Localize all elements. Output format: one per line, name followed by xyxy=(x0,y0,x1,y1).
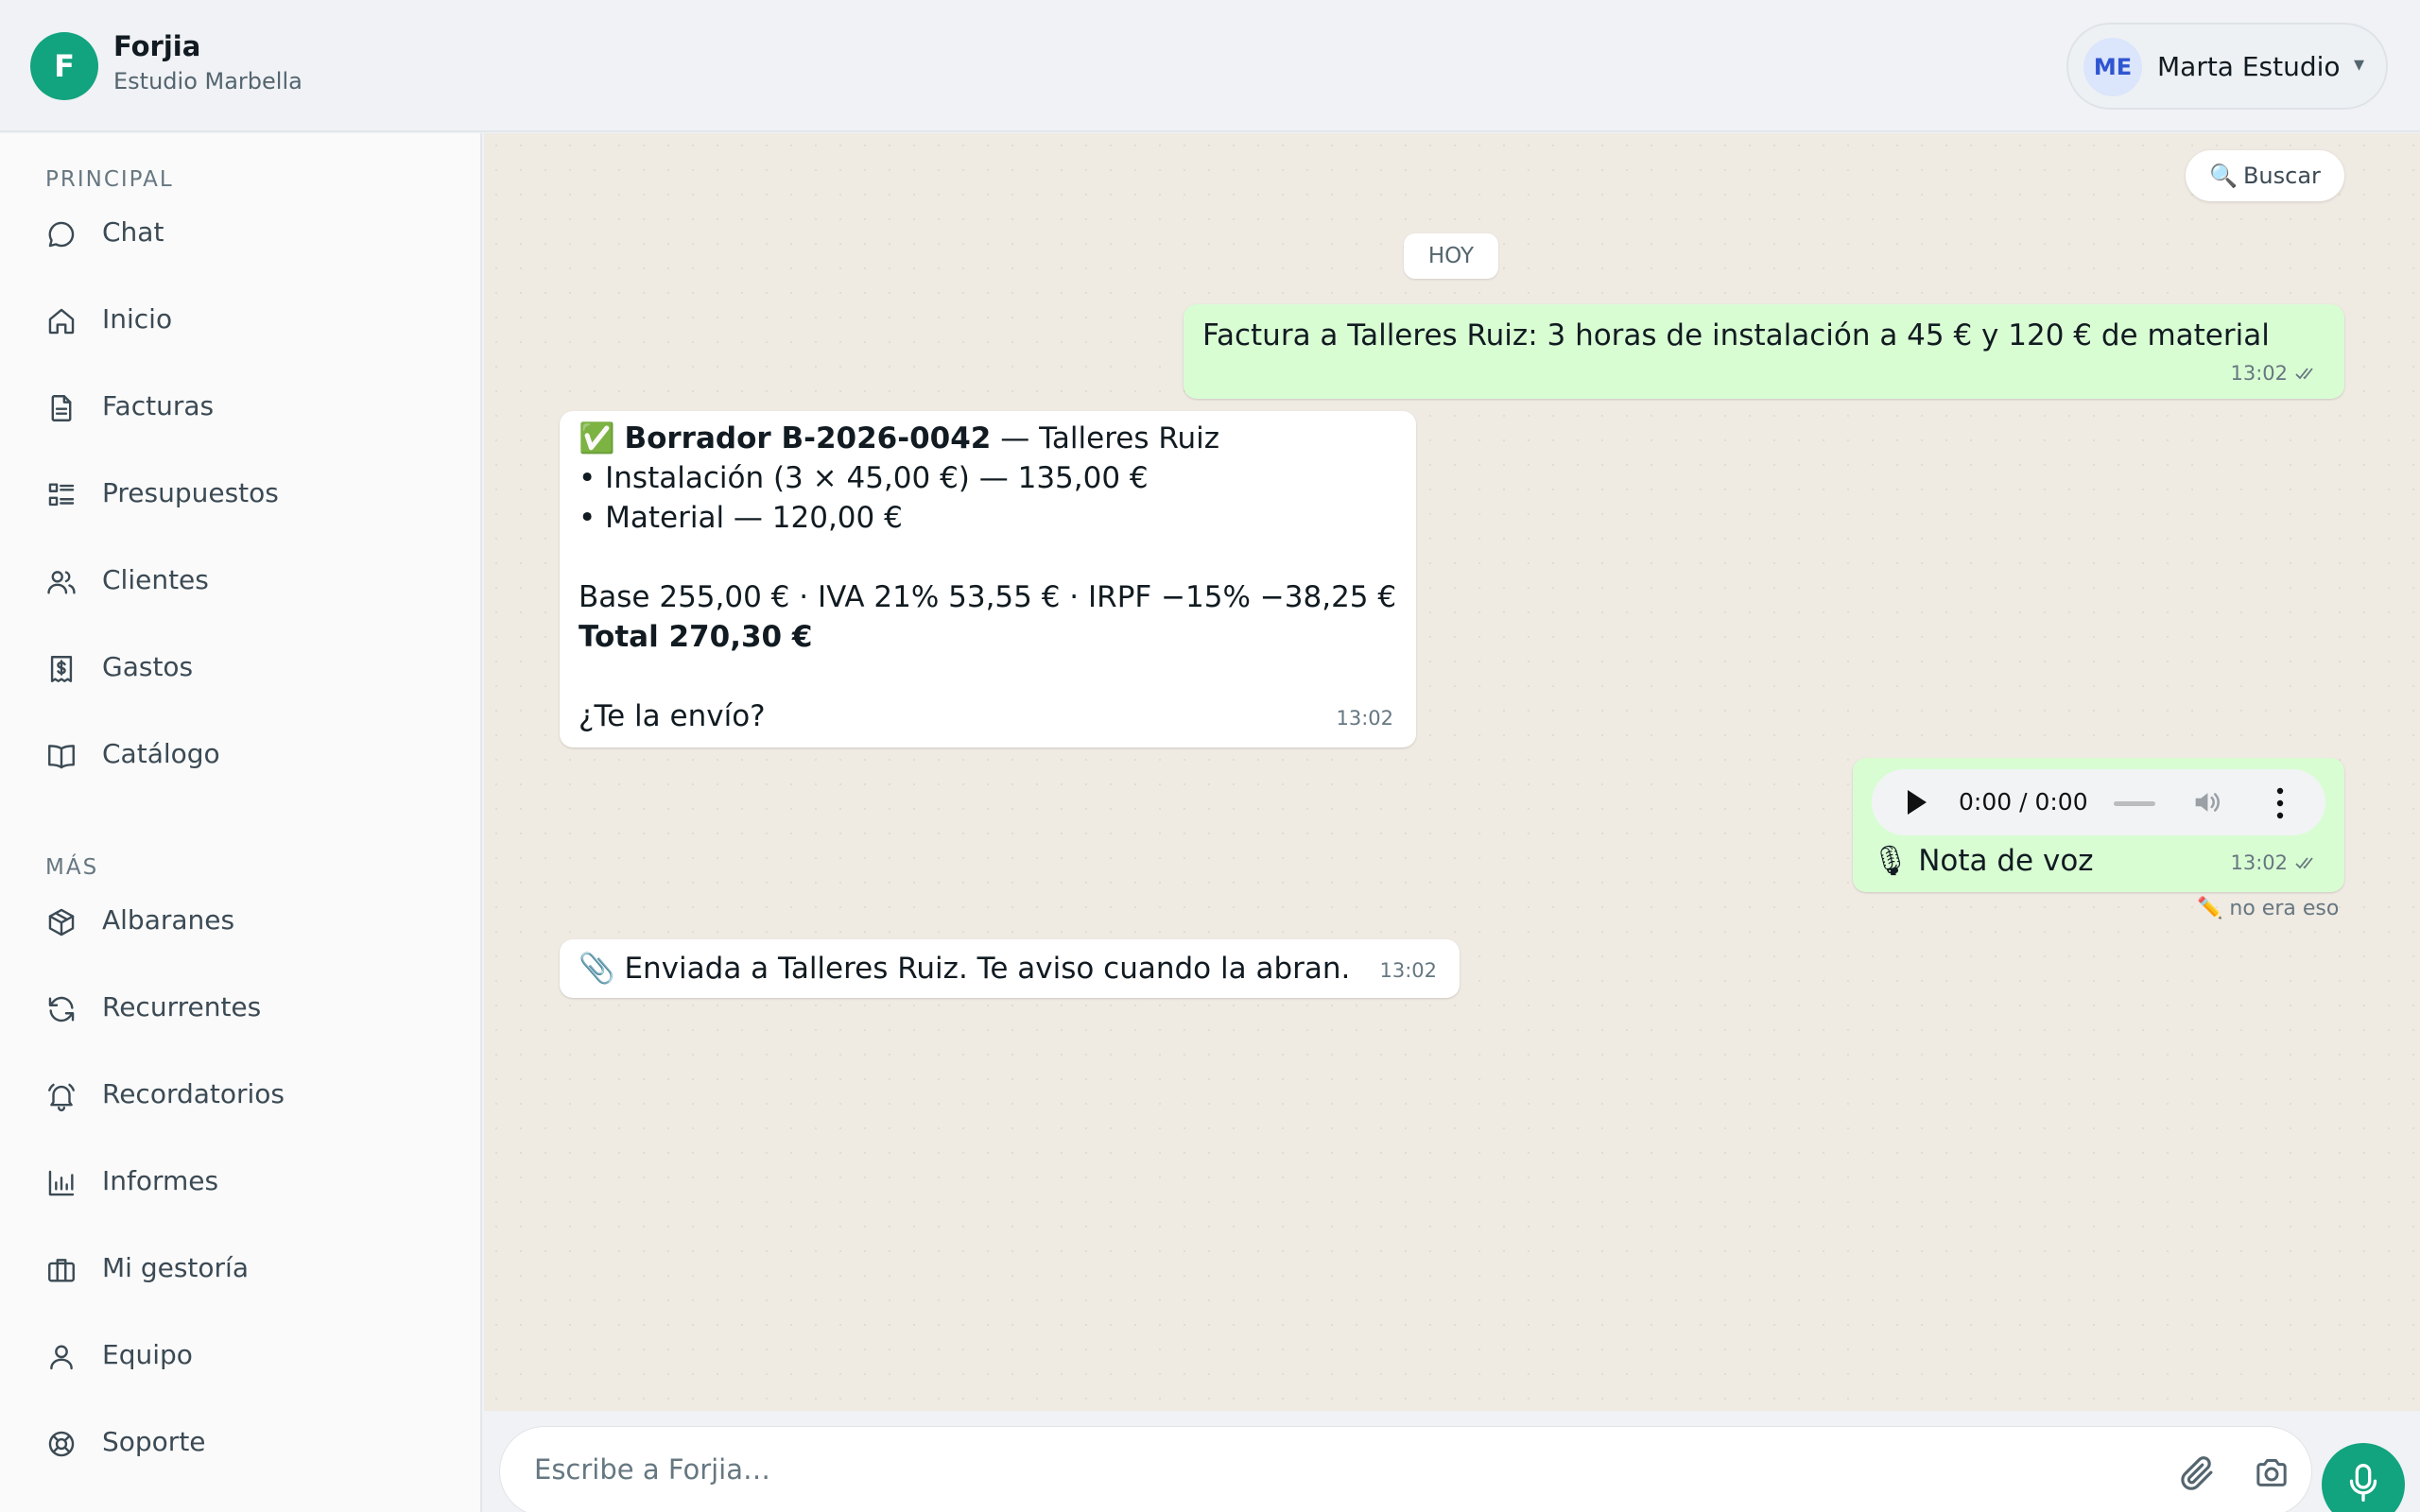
message-text: 📎 Enviada a Talleres Ruiz. Te aviso cuan… xyxy=(579,952,1351,986)
document-icon xyxy=(51,395,72,421)
sidebar-item-label: Albaranes xyxy=(102,904,235,936)
sidebar-item-label: Equipo xyxy=(102,1339,193,1370)
play-icon[interactable] xyxy=(1908,790,1927,815)
sidebar-item-label: Inicio xyxy=(102,303,173,335)
message-outgoing-voice: 0:00 / 0:00 🎙 Nota de voz 13:02 xyxy=(1853,758,2344,892)
app-logo[interactable]: F xyxy=(30,32,98,100)
sidebar-item-recurrentes[interactable]: Recurrentes xyxy=(23,972,459,1044)
composer-bar xyxy=(484,1411,2420,1512)
sidebar-item-label: Recordatorios xyxy=(102,1078,285,1109)
sidebar-item-equipo[interactable]: Equipo xyxy=(23,1320,459,1392)
date-separator: HOY xyxy=(1404,233,1498,279)
message-input[interactable] xyxy=(534,1448,2141,1491)
sidebar-item-chat[interactable]: Chat xyxy=(23,198,459,269)
search-button[interactable]: 🔍 Buscar xyxy=(2186,150,2344,201)
invoice-line: • Material — 120,00 € xyxy=(579,501,903,535)
receipt-icon xyxy=(50,656,73,682)
sidebar-item-label: Soporte xyxy=(102,1426,206,1457)
sidebar-item-label: Recurrentes xyxy=(102,991,262,1022)
invoice-line: • Instalación (3 × 45,00 €) — 135,00 € xyxy=(579,461,1149,495)
message-outgoing[interactable]: Factura a Talleres Ruiz: 3 horas de inst… xyxy=(1184,304,2344,399)
sidebar-item-mi-gestoria[interactable]: Mi gestoría xyxy=(23,1233,459,1305)
sidebar-item-soporte[interactable]: Soporte xyxy=(23,1407,459,1479)
audio-player[interactable]: 0:00 / 0:00 xyxy=(1872,769,2325,835)
app-header: F Forjia Estudio Marbella ME Marta Estud… xyxy=(0,0,2420,132)
sidebar-item-gastos[interactable]: Gastos xyxy=(23,632,459,704)
double-check-icon xyxy=(2295,368,2313,380)
sidebar-item-label: Chat xyxy=(102,216,164,248)
chat-bubble-icon xyxy=(48,221,75,248)
sidebar-item-label: Facturas xyxy=(102,390,215,421)
message-time: 13:02 xyxy=(2230,362,2288,385)
message-incoming-invoice-draft[interactable]: ✅ Borrador B-2026-0042 — Talleres Ruiz •… xyxy=(560,411,1416,747)
lifebuoy-icon xyxy=(48,1431,75,1457)
draft-id: Borrador B-2026-0042 xyxy=(624,421,992,455)
sidebar-item-facturas[interactable]: Facturas xyxy=(23,371,459,443)
user-icon xyxy=(50,1345,73,1370)
check-emoji-icon: ✅ xyxy=(579,421,615,455)
volume-icon[interactable] xyxy=(2189,786,2223,818)
user-menu-button[interactable]: ME Marta Estudio ▾ xyxy=(2066,23,2388,110)
workspace-name: Estudio Marbella xyxy=(113,68,302,94)
audio-progress-slider[interactable] xyxy=(2114,801,2155,806)
sidebar-item-label: Presupuestos xyxy=(102,477,279,508)
app-name: Forjia xyxy=(113,30,201,62)
sidebar-item-label: Informes xyxy=(102,1165,219,1196)
bell-icon xyxy=(48,1083,75,1112)
sidebar-section-mas: MÁS xyxy=(45,855,99,880)
sidebar-item-albaranes[interactable]: Albaranes xyxy=(23,885,459,957)
home-icon xyxy=(48,308,75,335)
chat-panel: 🔍 Buscar HOY Factura a Talleres Ruiz: 3 … xyxy=(484,133,2420,1411)
paperclip-icon[interactable] xyxy=(2177,1453,2217,1493)
message-text: Factura a Talleres Ruiz: 3 horas de inst… xyxy=(1202,318,2270,352)
message-time: 13:02 xyxy=(1336,707,1393,730)
sidebar-section-principal: PRINCIPAL xyxy=(45,167,174,192)
chevron-down-icon: ▾ xyxy=(2354,53,2365,77)
sidebar-item-label: Mi gestoría xyxy=(102,1252,249,1283)
more-options-icon[interactable] xyxy=(2276,787,2284,819)
search-icon: 🔍 xyxy=(2209,163,2238,189)
sidebar-item-informes[interactable]: Informes xyxy=(23,1146,459,1218)
message-question: ¿Te la envío? xyxy=(579,699,766,733)
sidebar-item-inicio[interactable]: Inicio xyxy=(23,284,459,356)
audio-time: 0:00 / 0:00 xyxy=(1959,788,2088,816)
invoice-summary: Base 255,00 € · IVA 21% 53,55 € · IRPF −… xyxy=(579,580,1397,614)
book-icon xyxy=(48,745,75,769)
sidebar-item-label: Clientes xyxy=(102,564,209,595)
list-icon xyxy=(48,483,75,507)
users-icon xyxy=(47,571,76,594)
double-check-icon xyxy=(2295,857,2313,869)
user-name: Marta Estudio xyxy=(2157,51,2341,82)
bar-chart-icon xyxy=(48,1170,75,1196)
sidebar-item-presupuestos[interactable]: Presupuestos xyxy=(23,458,459,530)
camera-icon[interactable] xyxy=(2253,1453,2290,1491)
search-label: Buscar xyxy=(2242,163,2321,189)
voice-record-button[interactable] xyxy=(2322,1443,2405,1512)
sidebar-item-catalogo[interactable]: Catálogo xyxy=(23,719,459,791)
draft-client: — Talleres Ruiz xyxy=(991,421,1220,455)
sidebar: PRINCIPAL Chat Inicio Facturas Presupues… xyxy=(0,133,482,1512)
message-time: 13:02 xyxy=(1379,959,1437,982)
message-time: 13:02 xyxy=(2230,851,2288,874)
voice-note-label: 🎙 Nota de voz xyxy=(1872,844,2094,878)
correction-link[interactable]: ✏️ no era eso xyxy=(2197,897,2339,920)
briefcase-icon xyxy=(48,1259,75,1282)
sidebar-item-recordatorios[interactable]: Recordatorios xyxy=(23,1059,459,1131)
invoice-total: Total 270,30 € xyxy=(579,620,813,654)
sidebar-item-clientes[interactable]: Clientes xyxy=(23,545,459,617)
sidebar-item-label: Gastos xyxy=(102,651,194,682)
sidebar-item-label: Catálogo xyxy=(102,738,220,769)
avatar: ME xyxy=(2083,38,2142,96)
microphone-icon xyxy=(2349,1464,2377,1502)
package-icon xyxy=(48,908,75,936)
composer xyxy=(499,1426,2312,1512)
message-incoming[interactable]: 📎 Enviada a Talleres Ruiz. Te aviso cuan… xyxy=(560,939,1460,998)
refresh-icon xyxy=(48,996,75,1022)
